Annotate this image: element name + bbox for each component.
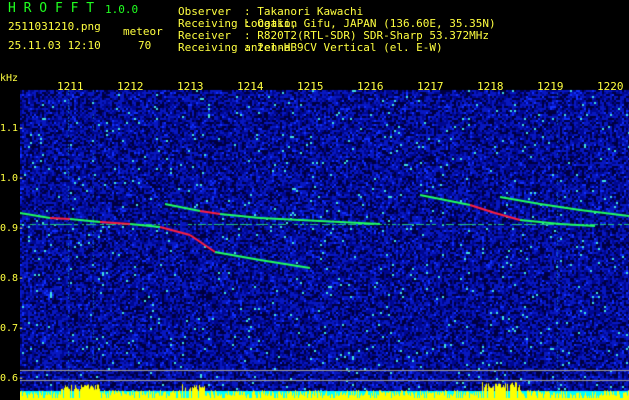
x-tick-label: 1215	[297, 80, 324, 93]
meteor-label: meteor	[123, 25, 163, 38]
x-tick-label: 1217	[417, 80, 444, 93]
x-tick-label: 1218	[477, 80, 504, 93]
x-tick-label: 1214	[237, 80, 264, 93]
x-tick-label: 1216	[357, 80, 384, 93]
y-axis-label: kHz	[0, 73, 19, 84]
meteor-count: 70	[138, 39, 152, 52]
x-tick-label: 1213	[177, 80, 204, 93]
file-datetime: 25.11.03 12:10	[8, 39, 101, 52]
y-tick-label: 0.6-	[0, 373, 25, 384]
y-tick-label: 1.1-	[0, 123, 25, 134]
file-name: 2511031210.png	[8, 20, 101, 33]
x-tick-label: 1220	[597, 80, 624, 93]
y-tick-label: 0.7-	[0, 323, 25, 334]
y-tick-label: 0.8-	[0, 273, 25, 284]
x-tick-label: 1212	[117, 80, 144, 93]
spectrogram	[20, 80, 629, 400]
x-tick-label: 1219	[537, 80, 564, 93]
x-tick-label: 1211	[57, 80, 84, 93]
app-title: H R O F F T	[8, 1, 95, 16]
y-tick-label: 0.9-	[0, 223, 25, 234]
y-tick-label: 1.0-	[0, 173, 25, 184]
info-value: : 2el-HB9CV Vertical (el. E-W)	[244, 41, 443, 54]
app-version: 1.0.0	[105, 3, 139, 16]
